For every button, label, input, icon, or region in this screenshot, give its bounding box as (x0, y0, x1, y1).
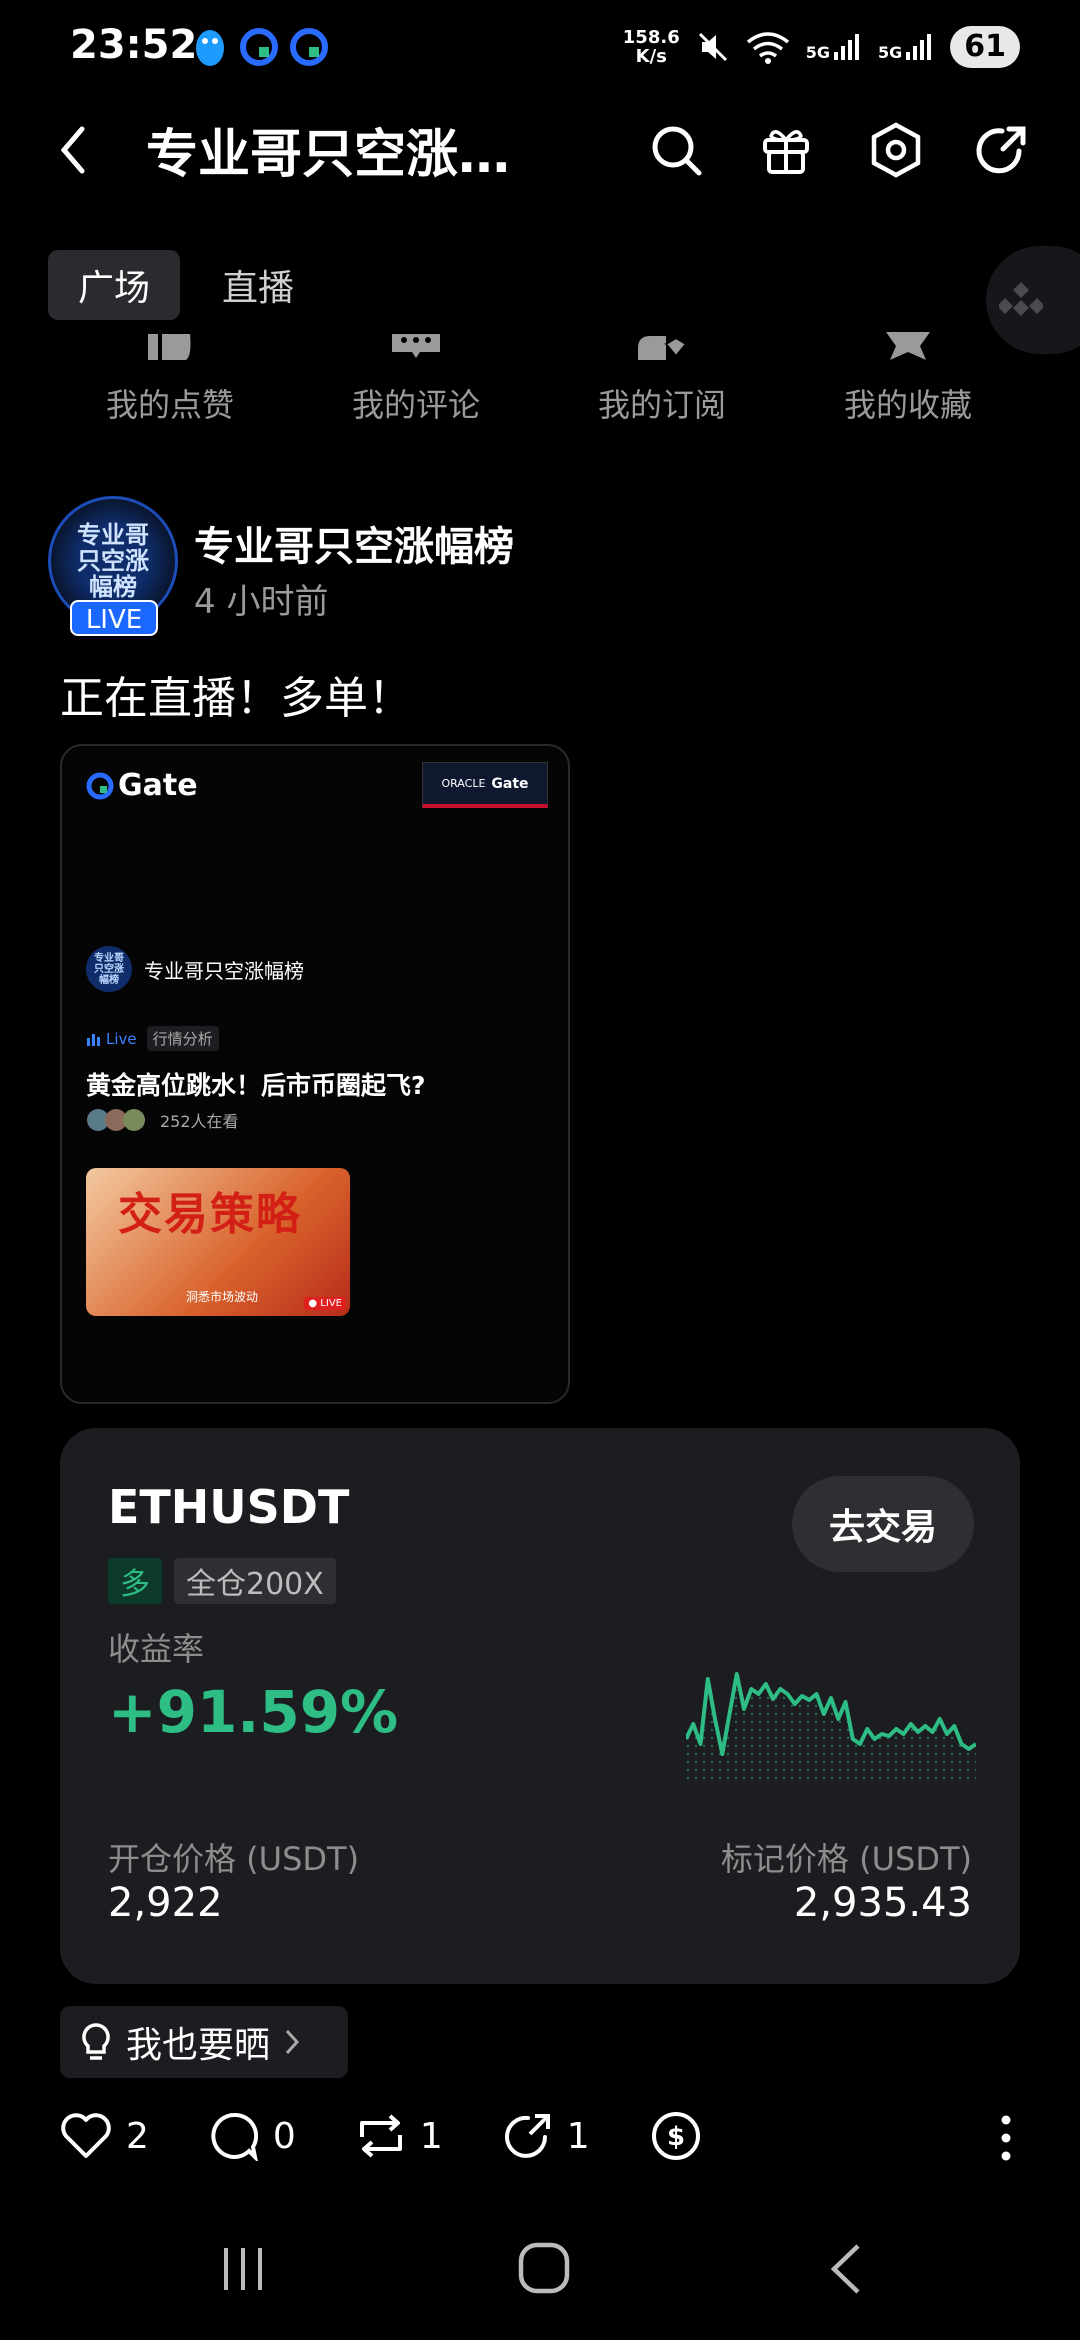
home-icon[interactable] (516, 2240, 572, 2296)
bars-icon (87, 1033, 100, 1046)
recent-apps-icon[interactable] (216, 2242, 270, 2296)
quick-my-subscriptions[interactable]: 我的订阅 (562, 320, 762, 426)
share-position-chip[interactable]: 我也要晒 (60, 2006, 348, 2078)
search-icon (652, 126, 702, 176)
comment-button[interactable]: 0 (209, 2111, 296, 2161)
position-side-tag: 多 (108, 1558, 162, 1604)
post-text: 正在直播！多单！ (60, 673, 412, 724)
gift-icon (763, 130, 809, 174)
like-icon (148, 334, 191, 360)
repost-button[interactable]: 1 (356, 2111, 443, 2161)
viewer-avatars-icon (87, 1109, 145, 1131)
gate-app-icon-2 (290, 28, 328, 66)
comment-count: 0 (272, 2115, 296, 2157)
tab-live[interactable]: 直播 (200, 250, 316, 320)
star-icon (886, 332, 930, 360)
go-trade-button[interactable]: 去交易 (792, 1476, 974, 1572)
price-sparkline (686, 1672, 976, 1784)
search-button[interactable] (644, 118, 708, 182)
chevron-right-icon (285, 2029, 300, 2055)
viewer-count: 252人在看 (86, 1108, 239, 1132)
stream-tags: Live 行情分析 (86, 1026, 219, 1051)
stream-thumbnail[interactable]: 交易策略 洞悉市场波动 ● LIVE (86, 1168, 350, 1316)
trade-card[interactable]: ETHUSDT 去交易 多 全仓200X 收益率 +91.59% 开仓价格 (U… (60, 1428, 1020, 1984)
page-title: 专业哥只空涨… (146, 125, 511, 185)
gate-app-icon (240, 28, 278, 66)
mark-price-value: 2,935.43 (793, 1880, 972, 1926)
forward-count: 1 (566, 2115, 590, 2157)
share-button[interactable] (970, 118, 1034, 182)
status-indicators: 158.6 K/s 5G 5G 61 (623, 26, 1020, 68)
status-app-icons (192, 28, 328, 68)
wifi-icon (746, 32, 789, 64)
gate-logo-icon (86, 772, 114, 799)
svg-text:$: $ (667, 2122, 685, 2152)
hexagon-settings-icon (871, 122, 921, 178)
post-time: 4 小时前 (194, 582, 329, 622)
forward-button[interactable]: 1 (503, 2111, 590, 2161)
chevron-left-icon (60, 126, 85, 174)
subscription-icon (638, 336, 688, 360)
thumbnail-live-badge: ● LIVE (304, 1297, 346, 1310)
repost-icon (359, 2114, 402, 2158)
sponsor-badge: ORACLE Gate (422, 762, 548, 808)
lightbulb-icon (82, 2023, 110, 2060)
thumbnail-subtitle: 洞悉市场波动 (186, 1290, 259, 1304)
system-nav-bar (0, 2220, 1080, 2340)
status-time: 23:52 (70, 22, 198, 68)
avatar-text: 专业哥只空涨幅榜 (77, 521, 149, 601)
leverage-tag: 全仓200X (174, 1558, 336, 1604)
roi-value: +91.59% (108, 1678, 399, 1746)
tip-button[interactable]: $ (650, 2110, 702, 2162)
like-button[interactable]: 2 (60, 2112, 149, 2160)
share-arrow-icon (976, 126, 1026, 174)
stream-host: 专业哥只空涨幅榜 专业哥只空涨幅榜 (86, 946, 304, 992)
tab-square[interactable]: 广场 (48, 250, 180, 320)
like-count: 2 (126, 2115, 149, 2157)
author-name[interactable]: 专业哥只空涨幅榜 (194, 514, 514, 572)
thumbnail-title: 交易策略 (118, 1189, 302, 1240)
entry-price-value: 2,922 (108, 1880, 223, 1926)
settings-button[interactable] (864, 118, 928, 182)
stream-title: 黄金高位跳水！后市币圈起飞? (86, 1071, 426, 1100)
quick-my-favorites[interactable]: 我的收藏 (808, 320, 1008, 426)
heart-icon (61, 2113, 111, 2158)
trade-symbol: ETHUSDT (108, 1480, 350, 1534)
penguin-icon (196, 30, 224, 66)
forward-arrow-icon (504, 2114, 550, 2158)
comment-icon (392, 334, 440, 358)
signal-5g-1: 5G (806, 32, 862, 62)
dollar-coin-icon: $ (651, 2112, 700, 2160)
gift-button[interactable] (754, 118, 818, 182)
signal-5g-2: 5G (878, 32, 934, 62)
live-stream-card[interactable]: Gate ORACLE Gate 专业哥只空涨幅榜 专业哥只空涨幅榜 Live … (60, 744, 570, 1404)
roi-label: 收益率 (108, 1630, 205, 1668)
quick-my-comments[interactable]: 我的评论 (316, 320, 516, 426)
mark-price-label: 标记价格 (USDT) (720, 1840, 972, 1878)
back-button[interactable] (48, 118, 98, 182)
category-tag: 行情分析 (146, 1026, 219, 1051)
gate-logo: Gate (86, 768, 198, 803)
post-action-bar: 2 0 1 1 $ (60, 2110, 762, 2162)
live-tag: Live (86, 1026, 137, 1051)
quick-my-likes[interactable]: 我的点赞 (70, 320, 270, 426)
comment-bubble-icon (211, 2112, 259, 2161)
host-avatar: 专业哥只空涨幅榜 (86, 946, 132, 992)
more-vertical-icon (1001, 2115, 1011, 2161)
mute-icon (698, 32, 727, 62)
back-nav-icon[interactable] (826, 2242, 866, 2296)
repost-count: 1 (419, 2115, 443, 2157)
exchange-logo-icon (999, 282, 1043, 316)
entry-price-label: 开仓价格 (USDT) (108, 1840, 360, 1878)
battery-level: 61 (950, 26, 1020, 68)
live-badge: LIVE (70, 600, 158, 636)
network-speed: 158.6 K/s (622, 27, 680, 67)
more-options-button[interactable] (988, 2108, 1024, 2168)
